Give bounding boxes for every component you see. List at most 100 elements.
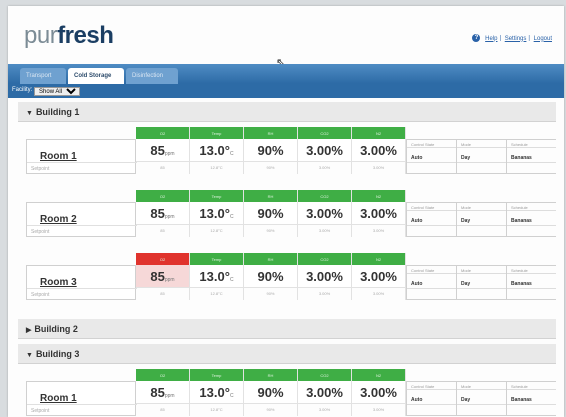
- building-name: Building 3: [35, 349, 80, 359]
- control-header: Mode: [457, 381, 506, 390]
- building-header[interactable]: ▶ Building 2: [18, 319, 556, 339]
- metric-setpoint: 12.8°C: [210, 165, 223, 170]
- metric-column: CO2 3.00% 3.00%: [298, 127, 352, 174]
- room-name-link[interactable]: Room 1: [40, 151, 77, 162]
- tab-transport[interactable]: Transport: [20, 68, 66, 84]
- control-value: Day: [461, 281, 471, 287]
- room-name-link[interactable]: Room 2: [40, 214, 77, 225]
- metric-setpoint: 85: [160, 291, 165, 296]
- metric-setpoint: 85: [160, 165, 165, 170]
- metric-column: Temp 13.0°C 12.8°C: [190, 253, 244, 300]
- metric-number: 3.00%: [306, 143, 343, 158]
- room-row: Room 2 Setpoint O2 85ppm 85 Temp 13.0°C 12.8°C R…: [18, 190, 556, 247]
- control-value: Day: [461, 218, 471, 224]
- metric-number: 85: [150, 385, 165, 400]
- control-header: Control State: [407, 381, 456, 390]
- metric-column: CO2 3.00% 3.00%: [298, 190, 352, 237]
- metric-value: 85ppm: [136, 139, 189, 162]
- metric-value: 13.0°C: [190, 265, 243, 288]
- metric-setpoint: 90%: [266, 291, 275, 296]
- metric-number: 3.00%: [360, 385, 397, 400]
- metric-value: 3.00%: [298, 139, 351, 162]
- metric-value: 90%: [244, 381, 297, 404]
- control-header: Schedule: [507, 381, 556, 390]
- control-setpoint-cell: [457, 162, 506, 174]
- metric-column: N2 3.00% 3.00%: [352, 127, 406, 174]
- tab-disinfection[interactable]: Disinfection: [126, 68, 178, 84]
- header: purfresh ? Help | Settings | Logout ⇖: [8, 6, 564, 69]
- control-column: Schedule Bananas: [506, 202, 556, 237]
- caret-right-icon[interactable]: ▶: [26, 327, 31, 334]
- app-window: purfresh ? Help | Settings | Logout ⇖ Tran…: [8, 6, 564, 417]
- control-column: Schedule Bananas: [506, 139, 556, 174]
- logo-pur-text: pur: [24, 22, 58, 49]
- setpoint-label: Setpoint: [27, 404, 137, 416]
- building-header[interactable]: ▼ Building 1: [18, 102, 556, 122]
- control-setpoint-cell: [407, 288, 456, 300]
- facility-select[interactable]: Show All: [34, 87, 81, 96]
- control-setpoint-cell: [507, 288, 556, 300]
- metric-header: N2: [352, 127, 405, 139]
- metric-number: 13.0°: [199, 269, 230, 284]
- control-header: Control State: [407, 139, 456, 148]
- room-name-link[interactable]: Room 1: [40, 393, 77, 404]
- control-header: Schedule: [507, 265, 556, 274]
- control-group: Control State Auto Mode Day Schedule Bananas: [406, 265, 556, 300]
- metric-number: 3.00%: [360, 143, 397, 158]
- metric-value: 3.00%: [298, 265, 351, 288]
- building-header[interactable]: ▼ Building 3: [18, 344, 556, 364]
- metric-value: 13.0°C: [190, 381, 243, 404]
- metric-value: 3.00%: [352, 381, 405, 404]
- metric-column: O2 85ppm 85: [136, 190, 190, 237]
- metric-number: 90%: [257, 143, 284, 158]
- control-header: Mode: [457, 202, 506, 211]
- caret-down-icon[interactable]: ▼: [26, 352, 33, 359]
- metric-header: N2: [352, 190, 405, 202]
- metric-setpoint: 3.00%: [318, 291, 331, 296]
- help-icon[interactable]: ?: [472, 34, 481, 42]
- control-header: Control State: [407, 265, 456, 274]
- room-name-link[interactable]: Room 3: [40, 277, 77, 288]
- metric-column: Temp 13.0°C 12.8°C: [190, 127, 244, 174]
- caret-down-icon[interactable]: ▼: [26, 110, 33, 117]
- control-column: Mode Day: [456, 202, 506, 237]
- metric-header: RH: [244, 127, 297, 139]
- control-group: Control State Auto Mode Day Schedule Bananas: [406, 202, 556, 237]
- control-column: Control State Auto: [406, 139, 456, 174]
- metric-value: 3.00%: [298, 202, 351, 225]
- metric-value: 90%: [244, 202, 297, 225]
- metric-column: RH 90% 90%: [244, 127, 298, 174]
- metric-value: 3.00%: [352, 202, 405, 225]
- metric-column: CO2 3.00% 3.00%: [298, 369, 352, 416]
- control-value: Day: [461, 155, 471, 161]
- settings-link[interactable]: Settings: [505, 36, 527, 42]
- metric-setpoint: 85: [160, 407, 165, 412]
- control-setpoint-cell: [507, 404, 556, 416]
- tab-cold-storage[interactable]: Cold Storage: [68, 68, 124, 84]
- metrics-group: O2 85ppm 85 Temp 13.0°C 12.8°C RH 90% 90% CO2 3.00…: [136, 253, 406, 300]
- metric-setpoint: 90%: [266, 407, 275, 412]
- control-value: Day: [461, 397, 471, 403]
- metric-setpoint: 3.00%: [372, 407, 385, 412]
- metric-unit: ppm: [164, 393, 175, 399]
- metric-header: O2: [136, 253, 189, 265]
- metric-column: O2 85ppm 85: [136, 253, 190, 300]
- help-link[interactable]: Help: [485, 36, 497, 42]
- buildings-panel: ▼ Building 1 Room 1 Setpoint O2 85ppm 85 Temp 13…: [18, 102, 556, 417]
- control-column: Schedule Bananas: [506, 265, 556, 300]
- control-value: Bananas: [511, 155, 532, 161]
- control-column: Schedule Bananas: [506, 381, 556, 416]
- room-name-cell: Room 3 Setpoint: [26, 265, 137, 300]
- purfresh-logo: purfresh: [24, 22, 114, 50]
- room-name-cell: Room 2 Setpoint: [26, 202, 137, 237]
- metric-header: O2: [136, 369, 189, 381]
- building-name: Building 2: [34, 324, 78, 334]
- control-value: Auto: [411, 281, 423, 287]
- metric-column: N2 3.00% 3.00%: [352, 190, 406, 237]
- metric-value: 85ppm: [136, 265, 189, 288]
- metric-number: 13.0°: [199, 385, 230, 400]
- control-value: Bananas: [511, 281, 532, 287]
- control-group: Control State Auto Mode Day Schedule Bananas: [406, 139, 556, 174]
- metric-number: 13.0°: [199, 206, 230, 221]
- logout-link[interactable]: Logout: [534, 36, 552, 42]
